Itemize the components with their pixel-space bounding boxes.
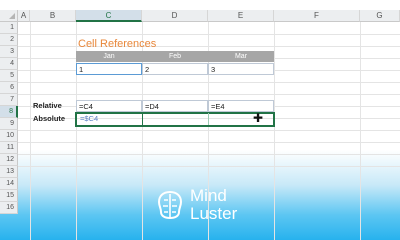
row-header-3[interactable]: 3 (0, 46, 18, 58)
row-header-8[interactable]: 8 (0, 106, 18, 118)
month-header-feb[interactable]: Feb (142, 51, 208, 62)
cell-d4[interactable]: 2 (142, 63, 208, 75)
select-all-corner[interactable] (0, 10, 18, 22)
grid-line (18, 130, 400, 131)
grid-line (18, 94, 400, 95)
month-header-mar[interactable]: Mar (208, 51, 274, 62)
cell-e7[interactable]: =E4 (208, 100, 274, 112)
row-header-2[interactable]: 2 (0, 34, 18, 46)
row-header-12[interactable]: 12 (0, 154, 18, 166)
row-header-1[interactable]: 1 (0, 22, 18, 34)
row-header-14[interactable]: 14 (0, 178, 18, 190)
cell-divider (142, 113, 143, 125)
cell-c4[interactable]: 1 (76, 63, 142, 75)
row-header-5[interactable]: 5 (0, 70, 18, 82)
grid-line (18, 46, 400, 47)
row-header-9[interactable]: 9 (0, 118, 18, 130)
row-header-16[interactable]: 16 (0, 202, 18, 214)
row-header-13[interactable]: 13 (0, 166, 18, 178)
row-header-7[interactable]: 7 (0, 94, 18, 106)
row-header-10[interactable]: 10 (0, 130, 18, 142)
grid-line (274, 22, 275, 240)
column-header-c[interactable]: C (76, 10, 142, 22)
cell-c7[interactable]: =C4 (76, 100, 142, 112)
grid-line (360, 22, 361, 240)
brain-logo-icon (157, 190, 183, 220)
grid-line (18, 142, 400, 143)
column-header-a[interactable]: A (18, 10, 30, 22)
relative-label[interactable]: Relative (33, 100, 62, 112)
cross-cursor-icon: ✚ (253, 111, 264, 125)
column-header-g[interactable]: G (360, 10, 400, 22)
column-header-e[interactable]: E (208, 10, 274, 22)
row-header-11[interactable]: 11 (0, 142, 18, 154)
brand-name-line2: Luster (190, 204, 238, 223)
cell-c8[interactable]: =$C4 (78, 113, 142, 125)
grid-line (18, 34, 400, 35)
grid-line (18, 154, 400, 155)
absolute-label[interactable]: Absolute (33, 113, 65, 125)
cell-d7[interactable]: =D4 (142, 100, 208, 112)
row-header-4[interactable]: 4 (0, 58, 18, 70)
grid-line (30, 22, 31, 240)
grid-line (18, 82, 400, 83)
toolbar-strip (0, 0, 400, 10)
sheet-title[interactable]: Cell References (78, 38, 156, 50)
brand-name-line1: Mind (190, 186, 227, 205)
grid-line (18, 166, 400, 167)
column-header-d[interactable]: D (142, 10, 208, 22)
row-header-15[interactable]: 15 (0, 190, 18, 202)
spreadsheet-grid[interactable]: A B C D E F G 1 2 3 4 5 6 7 8 9 10 11 12… (0, 0, 400, 240)
row-header-6[interactable]: 6 (0, 82, 18, 94)
cell-e4[interactable]: 3 (208, 63, 274, 75)
column-header-f[interactable]: F (274, 10, 360, 22)
month-header-jan[interactable]: Jan (76, 51, 142, 62)
column-header-b[interactable]: B (30, 10, 76, 22)
cell-divider (208, 113, 209, 125)
